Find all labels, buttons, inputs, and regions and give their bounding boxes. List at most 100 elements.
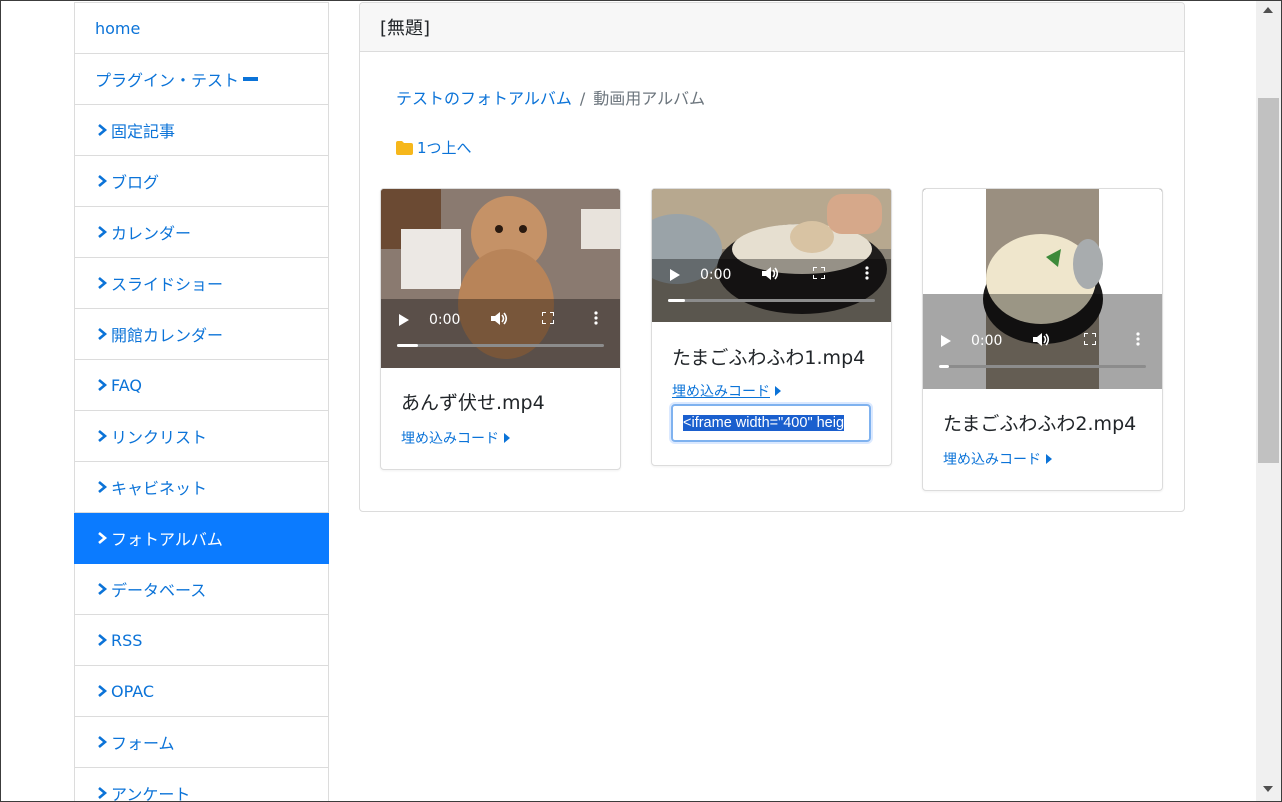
fullscreen-icon[interactable] <box>812 266 826 283</box>
caret-right-icon <box>1046 454 1052 464</box>
up-one-level-label: 1つ上へ <box>417 139 472 157</box>
sidebar-item-database[interactable]: データベース <box>74 564 329 615</box>
panel-header: [無題] <box>360 3 1184 52</box>
chevron-right-icon <box>95 531 109 545</box>
sidebar-item-form[interactable]: フォーム <box>74 717 329 768</box>
embed-code-value: <iframe width="400" heig <box>683 415 845 431</box>
more-options-icon[interactable] <box>594 311 598 329</box>
more-options-icon[interactable] <box>1136 332 1140 350</box>
play-icon[interactable] <box>670 269 680 281</box>
volume-icon[interactable] <box>491 311 508 330</box>
video-player[interactable]: 0:00 <box>381 189 620 368</box>
sidebar-item-label: ブログ <box>111 173 160 192</box>
embed-code-label: 埋め込みコード <box>401 431 499 447</box>
sidebar-item-label: フォトアルバム <box>111 530 223 549</box>
sidebar-item-rss[interactable]: RSS <box>74 615 329 666</box>
sidebar-item-slideshow[interactable]: スライドショー <box>74 258 329 309</box>
video-frame <box>652 189 891 322</box>
embed-code-link[interactable]: 埋め込みコード <box>943 449 1052 469</box>
progress-fill <box>939 365 950 368</box>
video-controls: 0:00 <box>381 307 620 333</box>
video-progress[interactable] <box>939 365 1146 368</box>
progress-fill <box>397 344 418 347</box>
embed-code-field[interactable]: <iframe width="400" heig <box>671 404 871 442</box>
sidebar-item-plugin-test[interactable]: プラグイン・テスト <box>74 54 329 105</box>
scroll-down-arrow-icon[interactable] <box>1263 786 1273 792</box>
chevron-right-icon <box>95 735 109 749</box>
volume-icon[interactable] <box>762 266 779 285</box>
embed-code-link[interactable]: 埋め込みコード <box>401 428 510 448</box>
sidebar-item-fixed-article[interactable]: 固定記事 <box>74 105 329 156</box>
breadcrumb-current: 動画用アルバム <box>593 89 706 108</box>
chevron-right-icon <box>95 225 109 239</box>
sidebar-item-label: OPAC <box>111 681 155 701</box>
sidebar-item-label: スライドショー <box>111 275 224 294</box>
sidebar-item-label: RSS <box>111 630 143 650</box>
breadcrumb: テストのフォトアルバム / 動画用アルバム <box>396 85 705 109</box>
sidebar-item-label: キャビネット <box>111 479 208 498</box>
sidebar-item-opac[interactable]: OPAC <box>74 666 329 717</box>
video-card: 0:00 たまごふわふわ1.mp4 埋め込みコード <iframe width=… <box>651 188 892 466</box>
sidebar-item-label: 開館カレンダー <box>111 326 224 345</box>
video-time: 0:00 <box>429 312 461 328</box>
sidebar-item-label: フォーム <box>111 734 175 753</box>
video-card: 0:00 あんず伏せ.mp4 埋め込みコード <box>380 188 621 470</box>
more-options-icon[interactable] <box>865 266 869 284</box>
breadcrumb-separator: / <box>579 89 586 108</box>
browser-frame: home プラグイン・テスト 固定記事 ブログ カレンダー スライドショー 開館… <box>0 0 1282 802</box>
sidebar-item-cabinet[interactable]: キャビネット <box>74 462 329 513</box>
video-frame <box>923 189 1162 389</box>
sidebar-item-photo-album[interactable]: フォトアルバム <box>74 513 329 564</box>
sidebar-item-survey[interactable]: アンケート <box>74 768 329 802</box>
video-player[interactable]: 0:00 <box>923 189 1162 389</box>
sidebar-item-faq[interactable]: FAQ <box>74 360 329 411</box>
sidebar-item-label: home <box>95 18 141 38</box>
video-controls: 0:00 <box>923 328 1162 354</box>
play-icon[interactable] <box>941 335 951 347</box>
video-frame <box>381 189 620 368</box>
video-progress[interactable] <box>397 344 604 347</box>
sidebar-item-link-list[interactable]: リンクリスト <box>74 411 329 462</box>
play-icon[interactable] <box>399 314 409 326</box>
video-title: たまごふわふわ2.mp4 <box>943 413 1137 435</box>
volume-icon[interactable] <box>1033 332 1050 351</box>
chevron-right-icon <box>95 327 109 341</box>
chevron-right-icon <box>95 480 109 494</box>
video-controls: 0:00 <box>652 262 891 288</box>
sidebar-item-label: プラグイン・テスト <box>95 71 240 90</box>
album-panel: [無題] テストのフォトアルバム / 動画用アルバム 1つ上へ 0:00 あんず… <box>359 2 1185 512</box>
chevron-right-icon <box>95 174 109 188</box>
up-one-level-link[interactable]: 1つ上へ <box>396 137 472 158</box>
caret-right-icon <box>504 433 510 443</box>
page-scrollbar[interactable] <box>1256 1 1281 801</box>
sidebar-nav: home プラグイン・テスト 固定記事 ブログ カレンダー スライドショー 開館… <box>74 2 329 802</box>
sidebar-item-label: 固定記事 <box>111 122 176 141</box>
sidebar-item-label: アンケート <box>111 785 191 802</box>
sidebar-item-opening-calendar[interactable]: 開館カレンダー <box>74 309 329 360</box>
sidebar-item-label: カレンダー <box>111 224 192 243</box>
scroll-up-arrow-icon[interactable] <box>1263 7 1273 13</box>
breadcrumb-parent-link[interactable]: テストのフォトアルバム <box>396 89 572 108</box>
sidebar-item-home[interactable]: home <box>74 2 329 54</box>
collapse-icon[interactable] <box>243 77 259 81</box>
sidebar-item-label: FAQ <box>111 375 142 395</box>
fullscreen-icon[interactable] <box>541 311 555 328</box>
chevron-right-icon <box>95 684 109 698</box>
scrollbar-thumb[interactable] <box>1258 98 1279 463</box>
chevron-right-icon <box>95 786 109 800</box>
fullscreen-icon[interactable] <box>1083 332 1097 349</box>
sidebar-item-calendar[interactable]: カレンダー <box>74 207 329 258</box>
chevron-right-icon <box>95 123 109 137</box>
chevron-right-icon <box>95 429 109 443</box>
chevron-right-icon <box>95 633 109 647</box>
embed-code-link[interactable]: 埋め込みコード <box>672 381 781 401</box>
video-time: 0:00 <box>700 267 732 283</box>
panel-title: [無題] <box>380 18 431 39</box>
embed-code-label: 埋め込みコード <box>672 384 770 400</box>
video-progress[interactable] <box>668 299 875 302</box>
video-player[interactable]: 0:00 <box>652 189 891 322</box>
video-title: たまごふわふわ1.mp4 <box>672 347 866 369</box>
chevron-right-icon <box>95 378 109 392</box>
sidebar-item-blog[interactable]: ブログ <box>74 156 329 207</box>
caret-right-icon <box>775 386 781 396</box>
